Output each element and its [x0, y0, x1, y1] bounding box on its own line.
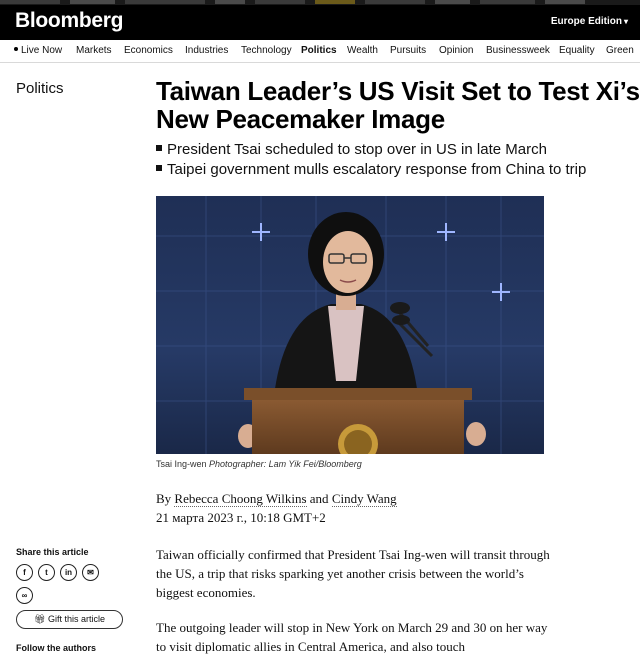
article-paragraph: The outgoing leader will stop in New Yor… — [156, 620, 548, 654]
nav-item-green[interactable]: Green — [606, 45, 634, 56]
link-icon: ∞ — [21, 591, 28, 600]
linkedin-share-button[interactable]: in — [60, 564, 77, 581]
twitter-icon: t — [45, 568, 48, 577]
author-link[interactable]: Rebecca Choong Wilkins — [174, 491, 307, 507]
byline: By Rebecca Choong Wilkins and Cindy Wang — [156, 491, 397, 507]
edition-selector[interactable]: Europe Edition ▾ — [551, 16, 628, 27]
bloomberg-logo[interactable]: Bloomberg — [15, 9, 123, 33]
summary-bullet: President Tsai scheduled to stop over in… — [156, 140, 640, 160]
promo-strip — [0, 0, 640, 5]
nav-item-politics[interactable]: Politics — [301, 45, 337, 56]
facebook-icon: f — [23, 568, 26, 577]
nav-item-equality[interactable]: Equality — [559, 45, 595, 56]
live-dot-icon — [14, 47, 18, 51]
twitter-share-button[interactable]: t — [38, 564, 55, 581]
summary-bullet: Taipei government mulls escalatory respo… — [156, 160, 640, 180]
caption-credit: Photographer: Lam Yik Fei/Bloomberg — [209, 459, 362, 469]
nav-item-live-now[interactable]: Live Now — [14, 45, 62, 56]
caption-subject: Tsai Ing-wen — [156, 459, 207, 469]
nav-item-pursuits[interactable]: Pursuits — [390, 45, 426, 56]
nav-item-technology[interactable]: Technology — [241, 45, 292, 56]
nav-item-wealth[interactable]: Wealth — [347, 45, 378, 56]
byline-joiner: and — [309, 491, 329, 506]
edition-label: Europe Edition — [550, 16, 622, 27]
share-title: Share this article — [16, 547, 89, 557]
chevron-down-icon: ▾ — [623, 17, 628, 26]
nav-item-economics[interactable]: Economics — [124, 45, 173, 56]
primary-nav: Live Now Markets Economics Industries Te… — [0, 40, 640, 63]
photo-caption: Tsai Ing-wen Photographer: Lam Yik Fei/B… — [156, 459, 362, 469]
gift-icon: 🎁︎ — [34, 614, 46, 624]
byline-prefix: By — [156, 491, 172, 506]
gift-article-button[interactable]: 🎁︎ Gift this article — [16, 610, 123, 629]
bullet-square-icon — [156, 164, 162, 171]
bullet-square-icon — [156, 145, 162, 151]
linkedin-icon: in — [64, 568, 73, 577]
nav-item-businessweek[interactable]: Businessweek — [486, 45, 550, 56]
nav-item-opinion[interactable]: Opinion — [439, 45, 473, 56]
nav-item-markets[interactable]: Markets — [76, 45, 112, 56]
gift-label: Gift this article — [47, 614, 105, 624]
nav-item-industries[interactable]: Industries — [185, 45, 228, 56]
section-label[interactable]: Politics — [16, 80, 64, 97]
top-bar: Bloomberg Europe Edition ▾ — [0, 0, 640, 40]
lead-photo-image — [156, 196, 544, 454]
facebook-share-button[interactable]: f — [16, 564, 33, 581]
article-headline: Taiwan Leader’s US Visit Set to Test Xi’… — [156, 76, 640, 134]
article-paragraph: Taiwan officially confirmed that Preside… — [156, 547, 550, 600]
email-share-button[interactable]: ✉ — [82, 564, 99, 581]
author-link[interactable]: Cindy Wang — [331, 491, 397, 507]
follow-authors-title: Follow the authors — [16, 643, 96, 653]
lead-photo[interactable] — [156, 196, 544, 454]
summary-bullets: President Tsai scheduled to stop over in… — [156, 140, 640, 179]
email-icon: ✉ — [87, 568, 94, 577]
copy-link-button[interactable]: ∞ — [16, 587, 33, 604]
publish-date: 21 марта 2023 г., 10:18 GMT+2 — [156, 510, 326, 525]
